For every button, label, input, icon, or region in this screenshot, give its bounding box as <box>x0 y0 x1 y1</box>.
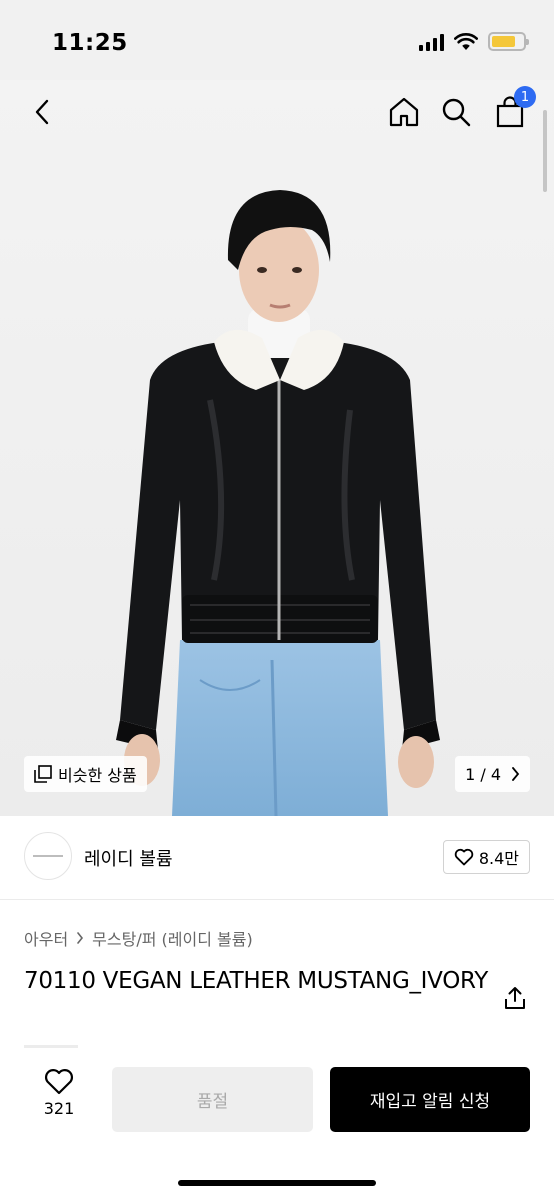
image-page-label: 1 / 4 <box>465 764 501 784</box>
brand-like-button[interactable]: 8.4만 <box>442 840 530 874</box>
search-icon <box>442 98 471 127</box>
breadcrumb-category[interactable]: 아우터 <box>24 926 68 950</box>
share-icon <box>505 987 525 1009</box>
battery-icon <box>488 32 529 51</box>
soldout-button[interactable]: 품절 <box>112 1067 313 1132</box>
home-icon <box>389 97 419 127</box>
heart-icon <box>454 848 474 866</box>
share-button[interactable] <box>502 984 528 1012</box>
cart-button[interactable]: 1 <box>490 86 536 132</box>
cart-count-badge: 1 <box>514 86 536 108</box>
product-photo <box>0 80 554 816</box>
chevron-right-icon <box>77 932 84 944</box>
search-button[interactable] <box>436 92 476 132</box>
home-button[interactable] <box>384 92 424 132</box>
top-nav: 1 <box>0 80 554 144</box>
product-image[interactable] <box>0 80 554 816</box>
brand-like-count: 8.4만 <box>478 849 519 868</box>
similar-products-label: 비슷한 상품 <box>58 766 137 785</box>
cellular-signal-icon <box>419 33 444 51</box>
brand-logo[interactable] <box>24 832 72 880</box>
heart-icon <box>44 1069 74 1095</box>
chevron-left-icon <box>35 99 49 125</box>
breadcrumb-subcategory[interactable]: 무스탕/퍼 (레이디 볼륨) <box>92 926 253 950</box>
restock-alert-button[interactable]: 재입고 알림 신청 <box>330 1067 530 1132</box>
brand-name[interactable]: 레이디 볼륨 <box>84 845 173 871</box>
product-title: 70110 VEGAN LEATHER MUSTANG_IVORY <box>24 968 488 994</box>
chevron-right-icon <box>512 767 520 781</box>
back-button[interactable] <box>22 92 62 132</box>
divider <box>24 1045 78 1048</box>
breadcrumb: 아우터 무스탕/퍼 (레이디 볼륨) <box>24 926 253 950</box>
similar-products-icon <box>34 765 52 783</box>
similar-products-button[interactable]: 비슷한 상품 <box>24 756 147 792</box>
status-bar: 11:25 <box>0 0 554 80</box>
status-time: 11:25 <box>52 30 128 56</box>
image-page-indicator[interactable]: 1 / 4 <box>455 756 530 792</box>
home-indicator[interactable] <box>178 1180 376 1186</box>
wifi-icon <box>454 32 478 50</box>
wishlist-count: 321 <box>43 1099 75 1118</box>
wishlist-button[interactable]: 321 <box>34 1068 84 1118</box>
status-icons <box>419 32 529 51</box>
brand-row: 레이디 볼륨 8.4만 <box>0 816 554 900</box>
